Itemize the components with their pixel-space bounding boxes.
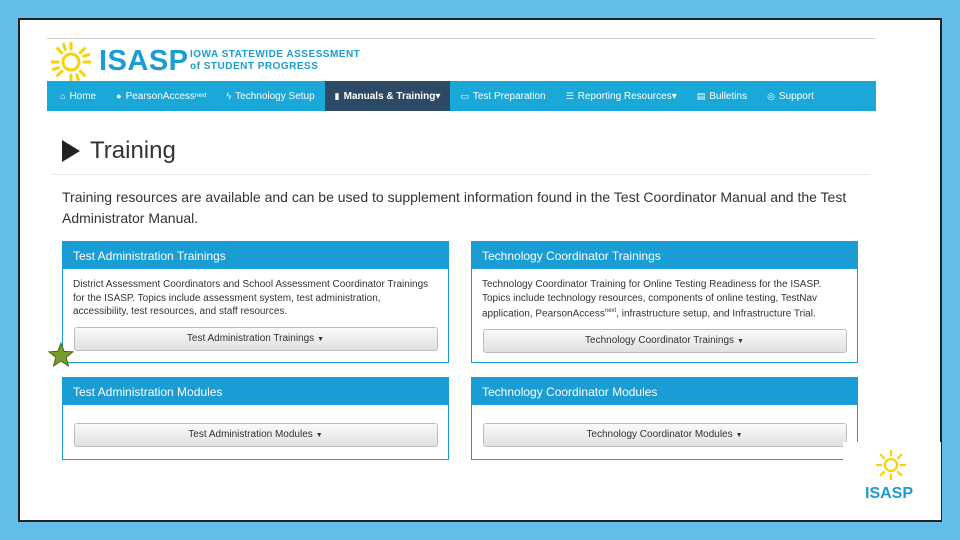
- button-label: Test Administration Modules: [188, 429, 313, 440]
- nav-item-label: Bulletins: [709, 90, 748, 102]
- bolt-icon: ϟ: [226, 91, 232, 101]
- nav-item-reporting-resources[interactable]: ☰ Reporting Resources ▾: [556, 81, 687, 111]
- panel-tech-coord-modules: Technology Coordinator Modules Technolog…: [471, 377, 858, 460]
- panel-body-text-end: , infrastructure setup, and Infrastructu…: [616, 308, 816, 320]
- lifebuoy-icon: ◎: [767, 90, 775, 101]
- corner-brand-name: ISASP: [865, 485, 914, 502]
- test-admin-trainings-dropdown-button[interactable]: Test Administration Trainings ▼: [73, 326, 438, 351]
- nav-item-technology-setup[interactable]: ϟ Technology Setup: [216, 81, 324, 111]
- home-icon: ⌂: [60, 91, 66, 101]
- caret-down-icon: ▼: [317, 335, 325, 343]
- brand-name[interactable]: ISASP: [99, 45, 189, 78]
- nav-item-label: Technology Setup: [235, 90, 315, 102]
- button-label: Test Administration Trainings: [186, 332, 315, 344]
- sun-logo-icon: [876, 450, 906, 480]
- brand-tagline-line1: IOWA STATEWIDE ASSESSMENT: [190, 49, 361, 60]
- test-admin-modules-dropdown-button[interactable]: Test Administration Modules ▼: [73, 423, 438, 447]
- star-icon: [48, 342, 74, 368]
- play-icon: [62, 140, 80, 162]
- nav-item-label: Reporting Resources: [577, 90, 672, 102]
- panel-body: Technology Coordinator Training for Onli…: [472, 269, 857, 329]
- chevron-down-icon: ▾: [435, 90, 441, 102]
- page-heading: Training: [52, 135, 870, 175]
- button-label: Technology Coordinator Modules: [586, 429, 733, 440]
- panel-tech-coord-trainings: Technology Coordinator Trainings Technol…: [471, 241, 858, 363]
- list-icon: ☰: [565, 90, 574, 101]
- nav-item-label: Test Preparation: [472, 90, 546, 102]
- panel-title: Test Administration Trainings: [63, 242, 448, 269]
- panel-body-sup: next: [604, 308, 617, 314]
- page-title: Training: [90, 137, 176, 164]
- main-nav: ⌂ Home ● PearsonAccess next ϟ Technology …: [47, 81, 876, 111]
- nav-item-support[interactable]: ◎ Support: [757, 81, 824, 111]
- panel-title: Technology Coordinator Trainings: [472, 242, 857, 269]
- brand-tagline: IOWA STATEWIDE ASSESSMENT of STUDENT PRO…: [190, 49, 410, 73]
- nav-item-label: Home: [69, 90, 97, 102]
- nav-item-home[interactable]: ⌂ Home: [47, 81, 106, 111]
- panel-body: District Assessment Coordinators and Sch…: [73, 279, 429, 317]
- brand-tagline-line2: of STUDENT PROGRESS: [190, 61, 319, 72]
- caret-down-icon: ▼: [315, 432, 323, 439]
- book-icon: ▮: [334, 90, 340, 101]
- nav-item-label: PearsonAccess: [125, 90, 196, 102]
- monitor-icon: ▭: [460, 90, 469, 101]
- tech-coord-modules-dropdown-button[interactable]: Technology Coordinator Modules ▼: [482, 423, 847, 447]
- panel-title: Technology Coordinator Modules: [472, 378, 857, 405]
- intro-text: Training resources are available and can…: [62, 189, 847, 226]
- nav-item-sup: next: [195, 93, 207, 99]
- button-label: Technology Coordinator Trainings: [585, 334, 735, 346]
- chevron-down-icon: ▾: [671, 90, 677, 102]
- panel-title: Test Administration Modules: [63, 378, 448, 405]
- panel-test-admin-trainings: Test Administration Trainings District A…: [62, 241, 449, 363]
- corner-logo: ISASP: [843, 442, 941, 520]
- nav-item-manuals-training[interactable]: ▮ Manuals & Training ▾: [324, 81, 451, 111]
- sun-logo-icon: [51, 42, 91, 82]
- caret-down-icon: ▼: [737, 337, 744, 345]
- main-content: Training Training resources are availabl…: [52, 125, 870, 480]
- caret-down-icon: ▼: [735, 432, 743, 439]
- globe-icon: ●: [116, 91, 122, 101]
- nav-item-label: Manuals & Training: [343, 90, 436, 102]
- nav-item-pearsonaccess[interactable]: ● PearsonAccess next: [106, 81, 216, 111]
- panel-test-admin-modules: Test Administration Modules Test Adminis…: [62, 377, 449, 460]
- site-header: ISASP IOWA STATEWIDE ASSESSMENT of STUDE…: [47, 38, 876, 82]
- nav-item-bulletins[interactable]: ▤ Bulletins: [687, 81, 757, 111]
- nav-item-test-preparation[interactable]: ▭ Test Preparation: [450, 81, 555, 111]
- newspaper-icon: ▤: [696, 90, 706, 101]
- nav-item-label: Support: [778, 90, 814, 102]
- tech-coord-trainings-dropdown-button[interactable]: Technology Coordinator Trainings ▼: [482, 328, 847, 353]
